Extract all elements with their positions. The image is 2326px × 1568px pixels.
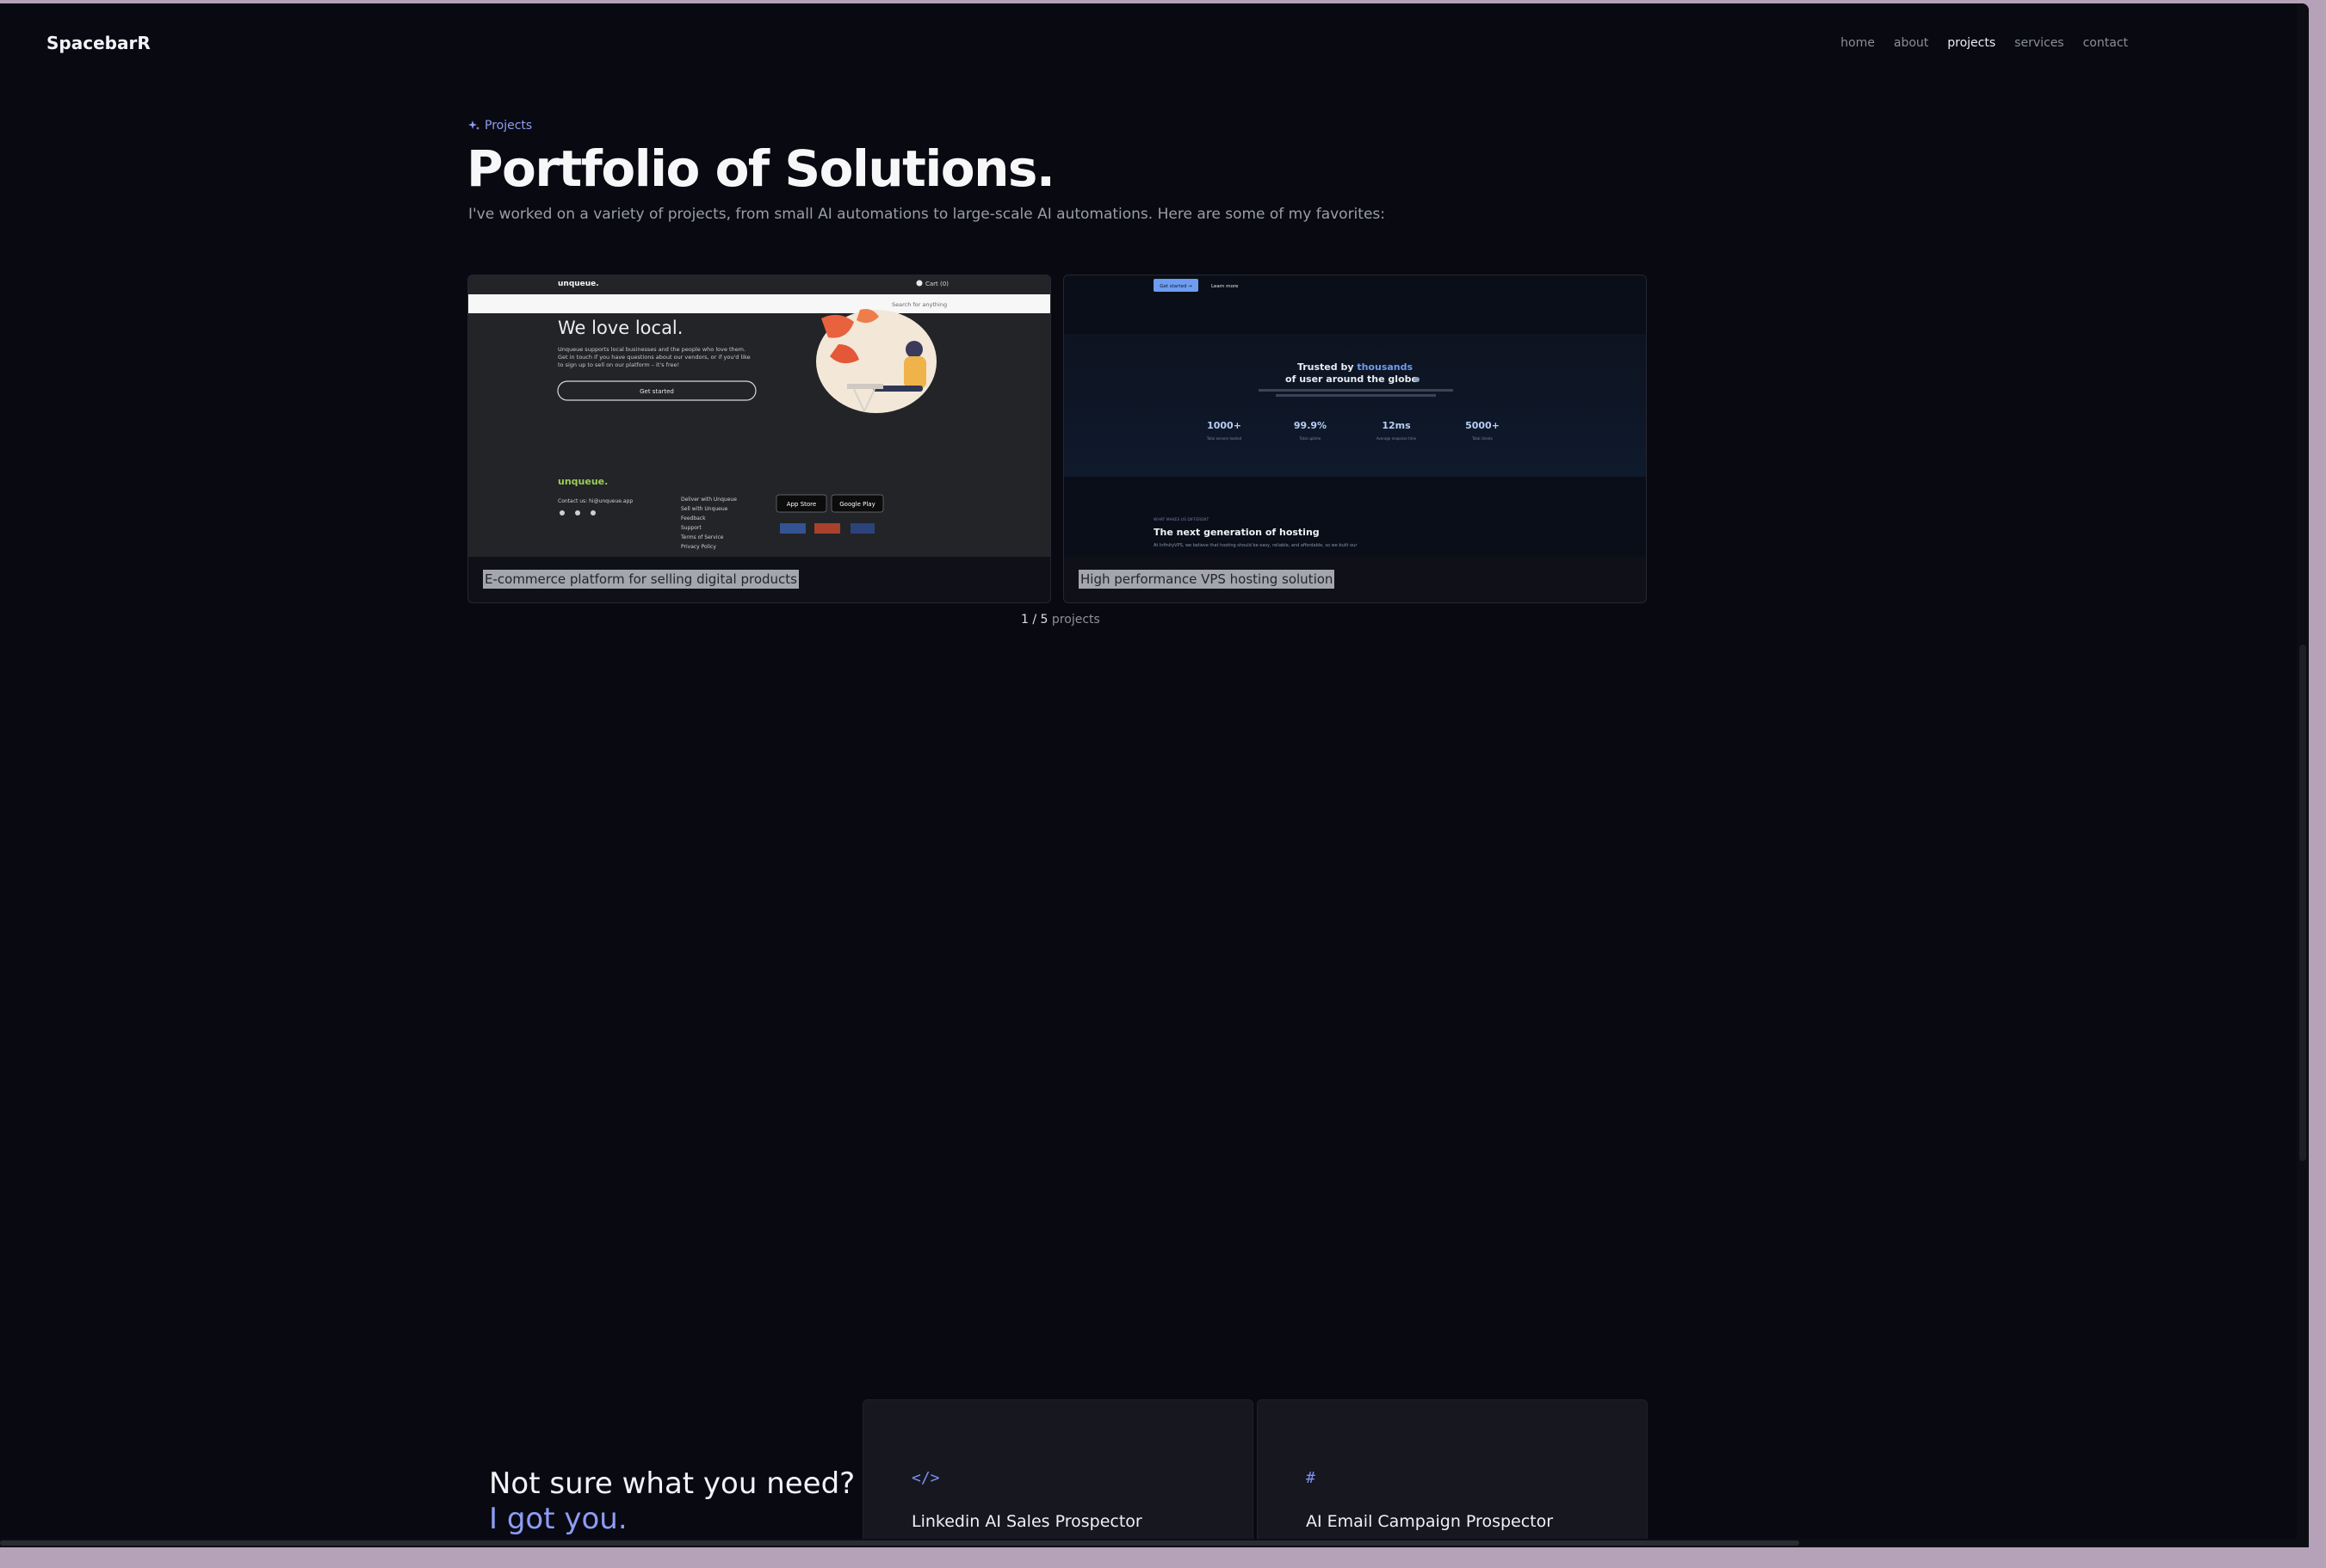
preview-cta: Get started [640,388,674,395]
preview-google-play: Google Play [839,501,875,508]
service-title: AI Email Campaign Prospector [1306,1512,1554,1531]
preview-stat-2-value: 99.9% [1294,420,1327,431]
vertical-scrollbar[interactable] [2297,3,2309,1547]
preview-app-store: App Store [787,501,816,508]
project-preview-ecommerce: unqueue. Cart (0) Search for anything We… [468,275,1050,557]
preview-link-3: Feedback [681,515,706,522]
service-card-linkedin[interactable]: </> Linkedin AI Sales Prospector [863,1399,1253,1547]
section-eyebrow: Projects [468,119,532,133]
horizontal-scrollbar[interactable] [0,1539,2309,1547]
nav-projects[interactable]: projects [1947,36,1995,50]
sparkles-icon [468,120,479,130]
cta-heading: Not sure what you need? [489,1466,856,1501]
nav-services[interactable]: services [2014,36,2063,50]
service-card-email[interactable]: # AI Email Campaign Prospector [1257,1399,1648,1547]
project-card-vps[interactable]: Get started → Learn more Trusted by thou… [1063,275,1647,603]
preview-body-2: Get in touch if you have questions about… [558,354,751,361]
cta-accent: I got you. [489,1502,628,1536]
vertical-scrollbar-thumb[interactable] [2299,645,2306,1161]
project-caption: High performance VPS hosting solution [1079,570,1335,589]
preview-btn-learn: Learn more [1211,284,1239,289]
preview-stat-1-label: Total servers hosted [1206,436,1242,441]
preview-trusted-c: of user around the globe [1285,373,1418,385]
page-title: Portfolio of Solutions. [467,139,1055,198]
svg-text:Trusted by thousands: Trusted by thousands [1297,361,1414,373]
service-title: Linkedin AI Sales Prospector [912,1512,1142,1531]
preview-cart: Cart (0) [925,281,949,287]
preview-link-6: Privacy Policy [681,544,716,550]
preview-btn-start: Get started → [1160,284,1192,289]
pagination-total: 5 [1040,613,1049,627]
preview-stat-3-value: 12ms [1382,420,1411,431]
project-caption: E-commerce platform for selling digital … [483,570,799,589]
preview-link-5: Terms of Service [680,534,724,540]
preview-headline: We love local. [558,318,683,338]
preview-search: Search for anything [892,301,947,308]
pagination-counter: 1 / 5 projects [1021,613,1100,627]
preview-stat-1-value: 1000+ [1207,420,1241,431]
project-preview-vps: Get started → Learn more Trusted by thou… [1064,275,1646,557]
preview-stat-2-label: Total uptime [1299,436,1321,441]
app-window: SpacebarR home about projects services c… [0,3,2309,1547]
main-nav: home about projects services contact [1840,36,2128,50]
preview-stat-4-value: 5000+ [1465,420,1500,431]
preview-stat-4-label: Total clients [1471,436,1493,441]
nav-about[interactable]: about [1894,36,1928,50]
preview-stat-3-label: Average response time [1376,436,1417,441]
preview-footer-logo: unqueue. [558,476,608,487]
preview-heading: The next generation of hosting [1154,527,1320,538]
eyebrow-label: Projects [485,119,533,133]
hash-icon: # [1306,1469,1315,1487]
project-card-ecommerce[interactable]: unqueue. Cart (0) Search for anything We… [467,275,1051,603]
preview-body-1: Unqueue supports local businesses and th… [558,346,745,353]
nav-contact[interactable]: contact [2083,36,2128,50]
preview-kicker: WHAT MAKES US DIFFERENT [1154,517,1209,522]
code-icon: </> [912,1469,940,1487]
preview-body-3: to sign up to sell on our platform – it'… [558,361,679,368]
brand-logo[interactable]: SpacebarR [46,33,151,53]
preview-logo: unqueue. [558,280,599,288]
preview-body: At InfinityVPS, we believe that hosting … [1154,543,1358,548]
pagination-unit: projects [1051,613,1100,627]
top-nav-bar: SpacebarR home about projects services c… [0,3,2309,86]
preview-link-2: Sell with Unqueue [681,506,728,512]
page-subtitle: I've worked on a variety of projects, fr… [468,206,1385,223]
preview-contact: Contact us: hi@unqueue.app [558,498,633,504]
horizontal-scrollbar-thumb[interactable] [0,1540,1799,1546]
pagination-current: 1 [1021,613,1029,627]
preview-trusted-a: Trusted by [1297,361,1357,373]
preview-trusted-b: thousands [1357,361,1413,373]
preview-link-4: Support [681,525,702,531]
nav-home[interactable]: home [1840,36,1875,50]
preview-link-1: Deliver with Unqueue [681,497,737,503]
